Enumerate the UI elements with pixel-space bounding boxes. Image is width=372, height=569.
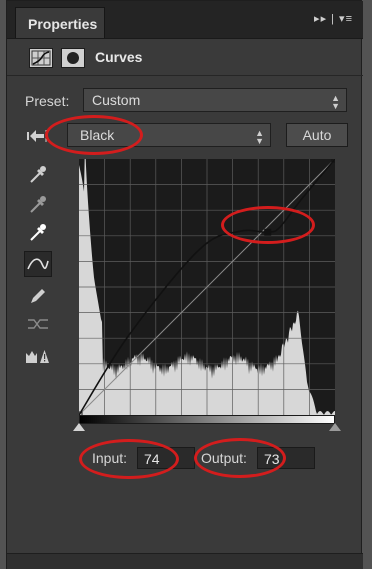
adjustment-title: Curves <box>95 49 143 65</box>
tab-properties[interactable]: Properties <box>15 7 105 38</box>
preset-dropdown[interactable]: Custom ▲ ▼ <box>83 88 347 112</box>
preset-label: Preset: <box>25 93 70 109</box>
curves-adjustment-icon[interactable] <box>29 48 53 68</box>
smooth-curve-icon[interactable] <box>24 311 52 337</box>
sample-in-image-white-point-icon[interactable] <box>24 219 52 245</box>
panel-menu-button[interactable]: ▸▸ | ▾≡ <box>314 12 353 25</box>
edit-points-curve-icon[interactable] <box>24 251 52 277</box>
channel-value: Black <box>80 127 115 143</box>
on-image-adjustment-tool-icon[interactable] <box>24 123 52 149</box>
sample-in-image-black-point-icon[interactable] <box>24 161 52 187</box>
output-label: Output: <box>201 450 247 466</box>
sample-in-image-gray-point-icon[interactable] <box>24 191 52 217</box>
selected-curve-point[interactable] <box>264 228 272 236</box>
curves-graph[interactable] <box>79 159 335 415</box>
black-point-slider[interactable] <box>73 423 85 431</box>
adjustment-header: Curves <box>7 39 363 75</box>
panel-tab-bar: Properties ▸▸ | ▾≡ <box>7 1 363 39</box>
pencil-draw-curve-icon[interactable] <box>24 283 52 309</box>
clipping-warning-icon[interactable] <box>24 343 52 369</box>
header-divider <box>7 75 363 76</box>
white-point-slider[interactable] <box>329 423 341 431</box>
channel-dropdown[interactable]: Black ▲ ▼ <box>67 123 271 147</box>
input-gradient-bar <box>79 415 335 424</box>
panel-bottom-bar <box>7 553 363 569</box>
preset-value: Custom <box>92 92 141 108</box>
properties-panel: Properties ▸▸ | ▾≡ Curves Preset: Custom… <box>6 0 363 569</box>
input-label: Input: <box>92 450 128 466</box>
output-field[interactable]: 73 <box>257 447 315 469</box>
auto-button[interactable]: Auto <box>286 123 348 147</box>
input-field[interactable]: 74 <box>137 447 195 469</box>
dropdown-arrows-icon: ▲ ▼ <box>331 93 340 111</box>
layer-mask-icon[interactable] <box>61 48 85 68</box>
dropdown-arrows-icon: ▲ ▼ <box>255 128 264 146</box>
